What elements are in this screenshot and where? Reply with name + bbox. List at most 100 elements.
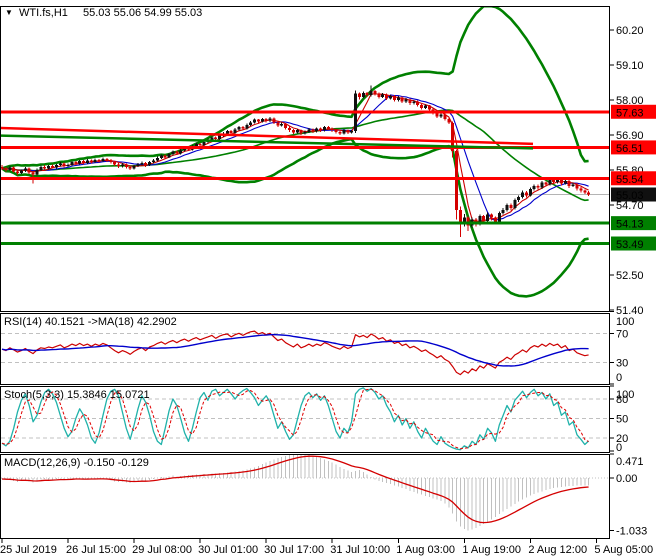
candle	[396, 97, 400, 100]
candle	[501, 209, 505, 213]
candle	[513, 200, 517, 209]
candle	[373, 91, 377, 94]
candle	[148, 162, 152, 166]
macd-axis-label: -1.033	[616, 526, 647, 538]
candle	[579, 188, 583, 191]
stoch-axis-label: 0	[616, 442, 622, 454]
main-price-panel[interactable]	[0, 6, 610, 312]
candle	[198, 143, 202, 146]
time-axis-label: 25 Jul 2019	[0, 544, 57, 556]
candle	[16, 171, 20, 174]
candle	[385, 94, 389, 99]
candle	[225, 131, 229, 134]
candle	[326, 127, 330, 129]
price-axis-label: 56.90	[616, 130, 644, 142]
candle	[400, 97, 404, 102]
candle	[233, 129, 237, 134]
rsi-axis[interactable]: 1007030010080502000.4710.00-1.033	[610, 311, 647, 538]
rsi-axis-label: 100	[616, 316, 634, 328]
candle	[229, 131, 233, 134]
candle	[276, 122, 280, 126]
time-axis-label: 31 Jul 10:00	[330, 544, 390, 556]
candle	[159, 155, 163, 158]
candle	[128, 166, 132, 169]
candle	[532, 185, 536, 190]
time-axis-label: 5 Aug 05:00	[594, 544, 653, 556]
candle	[369, 91, 373, 96]
macd-label: MACD(12,26,9) -0.150 -0.129	[4, 457, 149, 469]
candle	[455, 150, 459, 210]
candle	[74, 162, 78, 164]
candle	[51, 166, 55, 168]
candle	[62, 163, 66, 167]
candle	[284, 123, 288, 129]
candle	[587, 192, 591, 195]
candle	[132, 166, 136, 169]
candle	[4, 168, 8, 171]
candle	[155, 157, 159, 161]
candle	[315, 128, 319, 132]
time-axis-label: 30 Jul 01:00	[198, 544, 258, 556]
candle	[264, 119, 268, 121]
candle	[58, 163, 62, 166]
symbol-dropdown-icon[interactable]: ▼	[5, 8, 13, 17]
time-axis-label: 29 Jul 08:00	[132, 544, 192, 556]
candle	[357, 93, 361, 97]
stochastic-label: Stoch(5,3,3) 15.3846 15.0721	[4, 389, 150, 401]
candle	[120, 164, 124, 167]
candle	[548, 180, 552, 185]
candle	[350, 131, 354, 133]
candle	[521, 192, 525, 198]
candle	[404, 99, 408, 102]
macd-axis-label: 0.00	[616, 473, 637, 485]
candle	[540, 182, 544, 188]
price-axis-label: 52.50	[616, 270, 644, 282]
candle	[152, 160, 156, 163]
candle	[423, 105, 427, 108]
candle	[365, 92, 369, 96]
candle	[291, 130, 295, 133]
candle	[381, 94, 385, 97]
candle	[505, 205, 509, 210]
candle	[245, 124, 249, 129]
candle	[307, 129, 311, 132]
time-axis-label: 1 Aug 03:00	[396, 544, 455, 556]
candle	[334, 130, 338, 132]
candle	[435, 112, 439, 117]
time-axis[interactable]: 25 Jul 2019 26 Jul 15:00 29 Jul 08:00 30 Ju…	[0, 538, 653, 556]
candle	[268, 118, 272, 121]
candle	[23, 168, 27, 171]
price-badge-label: 56.51	[616, 143, 644, 155]
candle	[163, 155, 167, 158]
candle	[447, 119, 451, 123]
candle	[509, 205, 513, 209]
candle	[439, 114, 443, 117]
candle	[256, 119, 260, 122]
candle	[552, 180, 556, 183]
price-axis[interactable]: 60.2059.1058.0056.9055.8054.7052.5051.40…	[610, 25, 656, 538]
rsi-label: RSI(14) 40.1521 ->MA(18) 42.2902	[4, 316, 177, 328]
candle	[8, 167, 12, 171]
time-axis-label: 1 Aug 19:00	[462, 544, 521, 556]
candle	[39, 166, 43, 171]
candle	[295, 130, 299, 133]
candle	[179, 150, 183, 154]
stoch-axis-label: 80	[616, 394, 628, 406]
candle	[567, 181, 571, 186]
candle	[482, 216, 486, 221]
candle	[377, 93, 381, 97]
candle	[556, 179, 560, 183]
rsi-axis-label: 70	[616, 328, 628, 340]
candle	[194, 143, 198, 147]
candle	[97, 159, 101, 162]
chart-canvas: 60.2059.1058.0056.9055.8054.7052.5051.40…	[0, 6, 656, 556]
price-axis-label: 60.20	[616, 25, 644, 37]
time-axis-label: 2 Aug 12:00	[528, 544, 587, 556]
candle	[361, 92, 365, 97]
candle	[420, 104, 424, 108]
candle	[237, 127, 241, 130]
candle	[389, 96, 392, 99]
rsi-axis-label: 30	[616, 357, 628, 369]
candle	[536, 185, 540, 188]
candle	[544, 182, 548, 185]
